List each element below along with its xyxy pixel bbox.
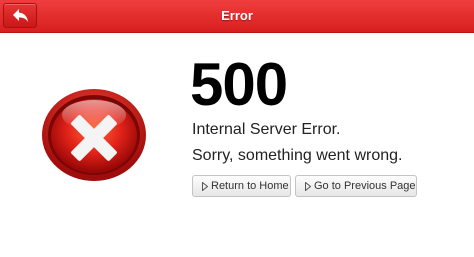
back-arrow-icon [13, 9, 28, 22]
error-title: Internal Server Error. [192, 121, 341, 138]
previous-page-button[interactable]: Go to Previous Page [295, 175, 417, 197]
previous-page-label: Go to Previous Page [314, 180, 416, 192]
return-home-label: Return to Home [211, 180, 289, 192]
back-button[interactable] [3, 3, 37, 28]
error-x-icon [41, 87, 147, 188]
return-home-button[interactable]: Return to Home [192, 175, 291, 197]
page-title: Error [221, 8, 253, 23]
error-code: 500 [190, 51, 288, 118]
error-message: Sorry, something went wrong. [192, 147, 403, 164]
error-page: Error 500 Internal Server Error. Sorry, … [0, 0, 474, 257]
play-arrow-icon [305, 182, 311, 191]
play-arrow-icon [202, 182, 208, 191]
header-bar: Error [0, 0, 474, 33]
